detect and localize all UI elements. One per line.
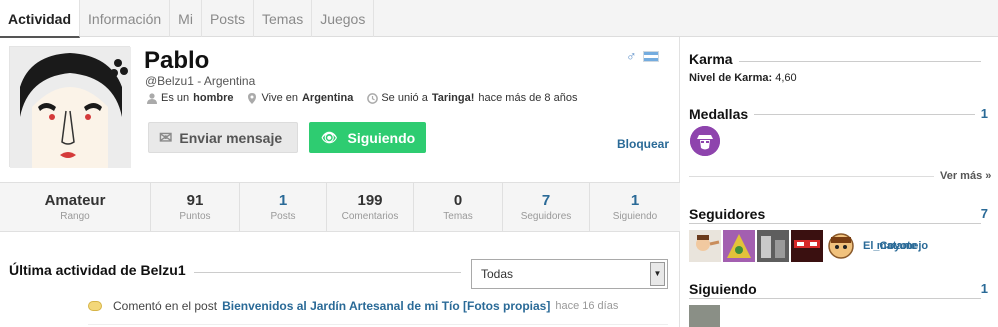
stat-temas: 0 Temas <box>414 183 503 231</box>
medals-title: Medallas <box>689 106 755 122</box>
stat-posts-value[interactable]: 1 <box>240 192 326 209</box>
stat-rango: Amateur Rango <box>0 183 151 231</box>
following-button[interactable]: 👁 Siguiendo <box>309 122 426 153</box>
follower-avatar[interactable] <box>825 230 857 262</box>
stat-rango-value: Amateur <box>44 192 106 209</box>
map-pin-icon <box>247 92 257 104</box>
following-divider <box>689 298 981 299</box>
fact-location-prefix: Vive en <box>261 92 298 104</box>
follower-avatar[interactable] <box>723 230 755 262</box>
envelope-icon: ✉ <box>159 129 173 147</box>
activity-post-link[interactable]: Bienvenidos al Jardín Artesanal de mi Tí… <box>222 299 550 313</box>
see-more-medals-link[interactable]: Ver más » <box>934 170 992 182</box>
clock-icon <box>367 92 379 104</box>
activity-filter-value: Todas <box>481 267 514 281</box>
fact-joined-suffix: hace más de 8 años <box>478 92 578 104</box>
stat-temas-label: Temas <box>443 211 473 222</box>
karma-level-value: 4,60 <box>775 72 797 84</box>
profile-top-icons: ♂ <box>626 48 659 64</box>
fact-location-value: Argentina <box>301 92 354 104</box>
fact-gender-value: hombre <box>193 92 234 104</box>
following-label: Siguiendo <box>347 129 416 146</box>
medals-count[interactable]: 1 <box>974 106 988 121</box>
profile-name: Pablo <box>144 47 210 74</box>
follower-avatar[interactable] <box>689 230 721 262</box>
follower-avatar[interactable] <box>791 230 823 262</box>
comment-bubble-icon <box>88 301 102 311</box>
stat-posts-label: Posts <box>270 211 296 222</box>
profile-facts: Es un hombre Vive en Argentina Se unió a… <box>147 92 577 104</box>
eye-icon: 👁 <box>321 129 338 145</box>
dropdown-arrow-icon[interactable]: ▼ <box>650 262 665 286</box>
stat-seguidores-label: Seguidores <box>520 211 572 222</box>
activity-item: Comentó en el post Bienvenidos al Jardín… <box>88 299 618 313</box>
followers-divider <box>689 223 981 224</box>
followers-count[interactable]: 7 <box>974 206 988 221</box>
fact-joined: Se unió a Taringa! hace más de 8 años <box>367 92 577 104</box>
stat-puntos-label: Puntos <box>179 211 211 222</box>
stat-comentarios-label: Comentarios <box>341 211 399 222</box>
stat-posts[interactable]: 1 Posts <box>240 183 327 231</box>
fact-gender: Es un hombre <box>147 92 233 104</box>
following-count[interactable]: 1 <box>974 281 988 296</box>
stat-siguiendo-value[interactable]: 1 <box>590 192 680 209</box>
follower-name-matamejo[interactable]: matamejo <box>877 240 928 252</box>
fact-location: Vive en Argentina <box>247 92 353 104</box>
medal-icon[interactable] <box>690 126 720 156</box>
tab-posts[interactable]: Posts <box>202 0 254 37</box>
sidebar: Karma Nivel de Karma: 4,60 Medallas 1 Ve… <box>681 37 998 327</box>
follower-avatar[interactable] <box>757 230 789 262</box>
tab-mi[interactable]: Mi <box>170 0 202 37</box>
profile-stats: Amateur Rango 91 Puntos 1 Posts 199 Come… <box>0 182 680 232</box>
stat-seguidores-value[interactable]: 7 <box>503 192 589 209</box>
activity-time: hace 16 días <box>555 300 619 312</box>
karma-level-label: Nivel de Karma: <box>689 72 773 84</box>
tab-temas[interactable]: Temas <box>254 0 313 37</box>
stat-siguiendo-label: Siguiendo <box>612 211 658 222</box>
karma-title: Karma <box>689 51 739 67</box>
main-column: Pablo @Belzu1 - Argentina Es un hombre V… <box>0 37 680 327</box>
stat-siguiendo[interactable]: 1 Siguiendo <box>590 183 680 231</box>
profile-header: Pablo @Belzu1 - Argentina Es un hombre V… <box>0 37 680 182</box>
activity-separator <box>88 324 668 325</box>
tab-informacion[interactable]: Información <box>80 0 171 37</box>
stat-temas-value: 0 <box>453 192 463 209</box>
stat-comentarios-value: 199 <box>357 192 383 209</box>
fact-joined-site: Taringa! <box>431 92 475 104</box>
stat-comentarios: 199 Comentarios <box>327 183 414 231</box>
user-icon <box>147 92 157 104</box>
profile-tabs: Actividad Información Mi Posts Temas Jue… <box>0 0 998 38</box>
following-avatar[interactable] <box>689 305 720 327</box>
stat-rango-label: Rango <box>60 211 90 222</box>
activity-title: Última actividad de Belzu1 <box>9 262 194 278</box>
followers-list: El_Coyote matamejo <box>689 230 928 262</box>
followers-title: Seguidores <box>689 206 772 222</box>
stat-puntos: 91 Puntos <box>151 183 240 231</box>
male-symbol-icon: ♂ <box>626 48 637 64</box>
karma-level: Nivel de Karma: 4,60 <box>689 72 797 84</box>
stat-puntos-value: 91 <box>186 192 204 209</box>
fact-joined-prefix: Se unió a <box>381 92 428 104</box>
following-title: Siguiendo <box>689 281 763 297</box>
send-message-button[interactable]: ✉ Enviar mensaje <box>148 122 298 153</box>
avatar <box>9 46 131 168</box>
send-message-label: Enviar mensaje <box>179 129 283 146</box>
tab-juegos[interactable]: Juegos <box>312 0 375 37</box>
stat-seguidores[interactable]: 7 Seguidores <box>503 183 590 231</box>
activity-filter-select[interactable]: Todas ▼ <box>471 259 668 289</box>
block-link[interactable]: Bloquear <box>617 137 669 151</box>
activity-action: Comentó en el post <box>113 299 218 313</box>
tab-actividad[interactable]: Actividad <box>0 0 81 38</box>
profile-handle: @Belzu1 - Argentina <box>145 74 256 88</box>
medals-more-divider <box>689 176 934 177</box>
fact-gender-prefix: Es un <box>161 92 190 104</box>
argentina-flag-icon <box>642 50 659 62</box>
